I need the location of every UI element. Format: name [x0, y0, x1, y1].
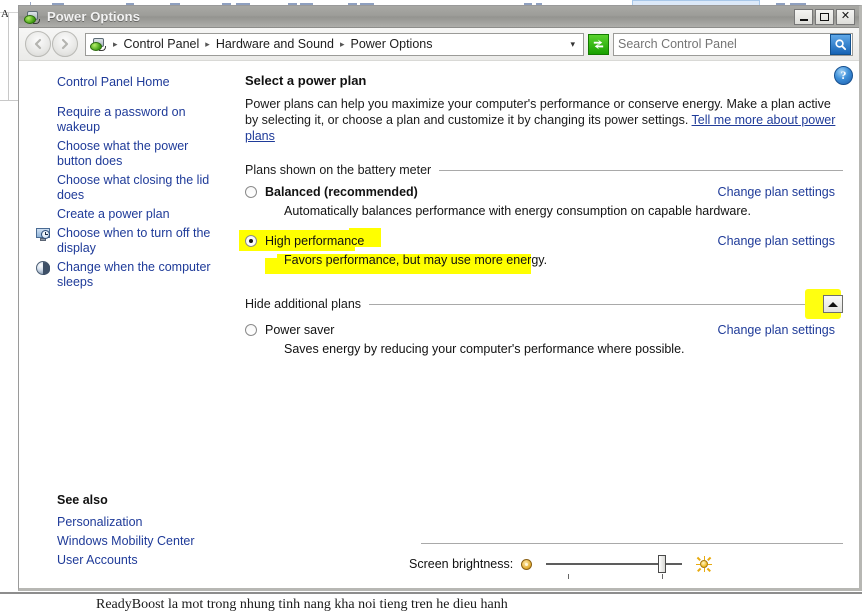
main-panel: Select a power plan Power plans can help… [233, 61, 859, 588]
address-power-plug-icon [90, 36, 107, 52]
sidebar-item-user-accounts[interactable]: User Accounts [19, 551, 233, 570]
sidebar-item-personalization[interactable]: Personalization [19, 513, 233, 532]
search-icon[interactable] [830, 33, 851, 55]
maximize-button[interactable] [815, 8, 834, 25]
sidebar-item-turn-off-display[interactable]: Choose when to turn off the display [19, 224, 233, 258]
radio-power-saver[interactable] [245, 324, 257, 336]
search-input[interactable] [614, 37, 830, 51]
breadcrumb-separator-2: ▸ [339, 38, 345, 49]
group-divider [439, 169, 843, 171]
background-rule-horizontal [0, 100, 18, 101]
sidebar-item-label: User Accounts [57, 553, 138, 567]
sidebar-item-label: Create a power plan [57, 207, 170, 221]
sidebar-item-label: Require a password on wakeup [57, 105, 186, 134]
refresh-icon[interactable] [588, 33, 609, 55]
window-title-bar[interactable]: Power Options ✕ [19, 6, 859, 28]
screen-brightness-control: Screen brightness: [409, 554, 713, 579]
group-header-battery-meter: Plans shown on the battery meter [245, 163, 843, 177]
sidebar-item-label: Windows Mobility Center [57, 534, 195, 548]
see-also-title: See also [57, 493, 108, 507]
brightness-label: Screen brightness: [409, 557, 514, 571]
change-plan-settings-power-saver[interactable]: Change plan settings [718, 323, 835, 337]
sun-bright-icon [696, 556, 713, 572]
group-label: Plans shown on the battery meter [245, 163, 432, 177]
power-plug-icon [24, 9, 41, 25]
brightness-slider[interactable] [546, 554, 683, 579]
sidebar-item-control-panel-home[interactable]: Control Panel Home [19, 73, 233, 92]
plan-name: High performance [265, 234, 365, 248]
plan-description: Favors performance, but may use more ene… [284, 253, 548, 267]
sidebar-item-closing-lid[interactable]: Choose what closing the lid does [19, 171, 233, 205]
forward-button[interactable] [52, 31, 78, 57]
sidebar-item-label: Choose when to turn off the display [57, 226, 211, 255]
background-bottom-divider [0, 592, 862, 594]
address-dropdown-icon[interactable]: ▾ [564, 39, 581, 50]
collapse-additional-plans-button[interactable] [823, 295, 843, 313]
group-header-hide-additional-plans: Hide additional plans [245, 289, 843, 319]
search-box[interactable] [613, 32, 853, 56]
plan-row-balanced[interactable]: Balanced (recommended) Change plan setti… [245, 185, 843, 218]
sun-dim-icon [521, 558, 533, 570]
sidebar: Control Panel Home Require a password on… [19, 61, 233, 588]
plan-row-power-saver[interactable]: Power saver Change plan settings Saves e… [245, 323, 843, 356]
sleep-moon-icon [35, 260, 51, 276]
breadcrumb-separator-0: ▸ [113, 38, 118, 49]
background-bottom-text: ReadyBoost la mot trong nhung tinh nang … [96, 597, 508, 612]
background-rule [8, 13, 9, 101]
brightness-divider [421, 543, 843, 544]
plan-description: Saves energy by reducing your computer's… [284, 342, 685, 356]
breadcrumb-separator-1: ▸ [205, 38, 210, 49]
sidebar-item-power-button[interactable]: Choose what the power button does [19, 137, 233, 171]
radio-balanced[interactable] [245, 186, 257, 198]
slider-thumb[interactable] [658, 555, 667, 573]
help-icon[interactable]: ? [834, 66, 853, 85]
minimize-button[interactable] [794, 8, 813, 25]
group-divider [369, 303, 817, 305]
plan-name: Balanced (recommended) [265, 185, 418, 199]
display-clock-icon [35, 226, 51, 242]
sidebar-item-label: Personalization [57, 515, 143, 529]
sidebar-item-computer-sleeps[interactable]: Change when the computer sleeps [19, 258, 233, 292]
address-bar[interactable]: ▸ Control Panel ▸ Hardware and Sound ▸ P… [85, 32, 584, 56]
breadcrumb: ▸ Control Panel ▸ Hardware and Sound ▸ P… [109, 37, 434, 51]
page-title: Select a power plan [245, 73, 367, 88]
radio-high-performance[interactable] [245, 235, 257, 247]
see-also-section: See also Personalization Windows Mobilit… [19, 493, 233, 570]
sidebar-item-label: Control Panel Home [57, 75, 170, 89]
sidebar-item-require-password[interactable]: Require a password on wakeup [19, 103, 233, 137]
close-button[interactable]: ✕ [836, 8, 855, 25]
sidebar-item-windows-mobility-center[interactable]: Windows Mobility Center [19, 532, 233, 551]
breadcrumb-item-hardware-and-sound[interactable]: Hardware and Sound [214, 37, 336, 51]
plan-name: Power saver [265, 323, 335, 337]
sidebar-item-label: Choose what closing the lid does [57, 173, 210, 202]
back-button[interactable] [25, 31, 51, 57]
chevron-up-icon [828, 301, 838, 307]
breadcrumb-item-power-options[interactable]: Power Options [348, 37, 434, 51]
address-toolbar: ▸ Control Panel ▸ Hardware and Sound ▸ P… [19, 28, 859, 61]
power-options-window: Power Options ✕ ▸ Control Panel ▸ Hardwa… [18, 5, 862, 591]
change-plan-settings-balanced[interactable]: Change plan settings [718, 185, 835, 199]
window-title: Power Options [47, 9, 141, 24]
plan-description: Automatically balances performance with … [284, 204, 751, 218]
sidebar-item-create-power-plan[interactable]: Create a power plan [19, 205, 233, 224]
page-description: Power plans can help you maximize your c… [245, 96, 843, 144]
plan-row-high-performance[interactable]: High performance Change plan settings Fa… [239, 228, 843, 274]
breadcrumb-item-control-panel[interactable]: Control Panel [122, 37, 202, 51]
window-controls: ✕ [794, 8, 857, 25]
group-label: Hide additional plans [245, 297, 362, 311]
sidebar-item-label: Change when the computer sleeps [57, 260, 211, 289]
sidebar-item-label: Choose what the power button does [57, 139, 189, 168]
window-body: ? Control Panel Home Require a password … [19, 61, 859, 588]
